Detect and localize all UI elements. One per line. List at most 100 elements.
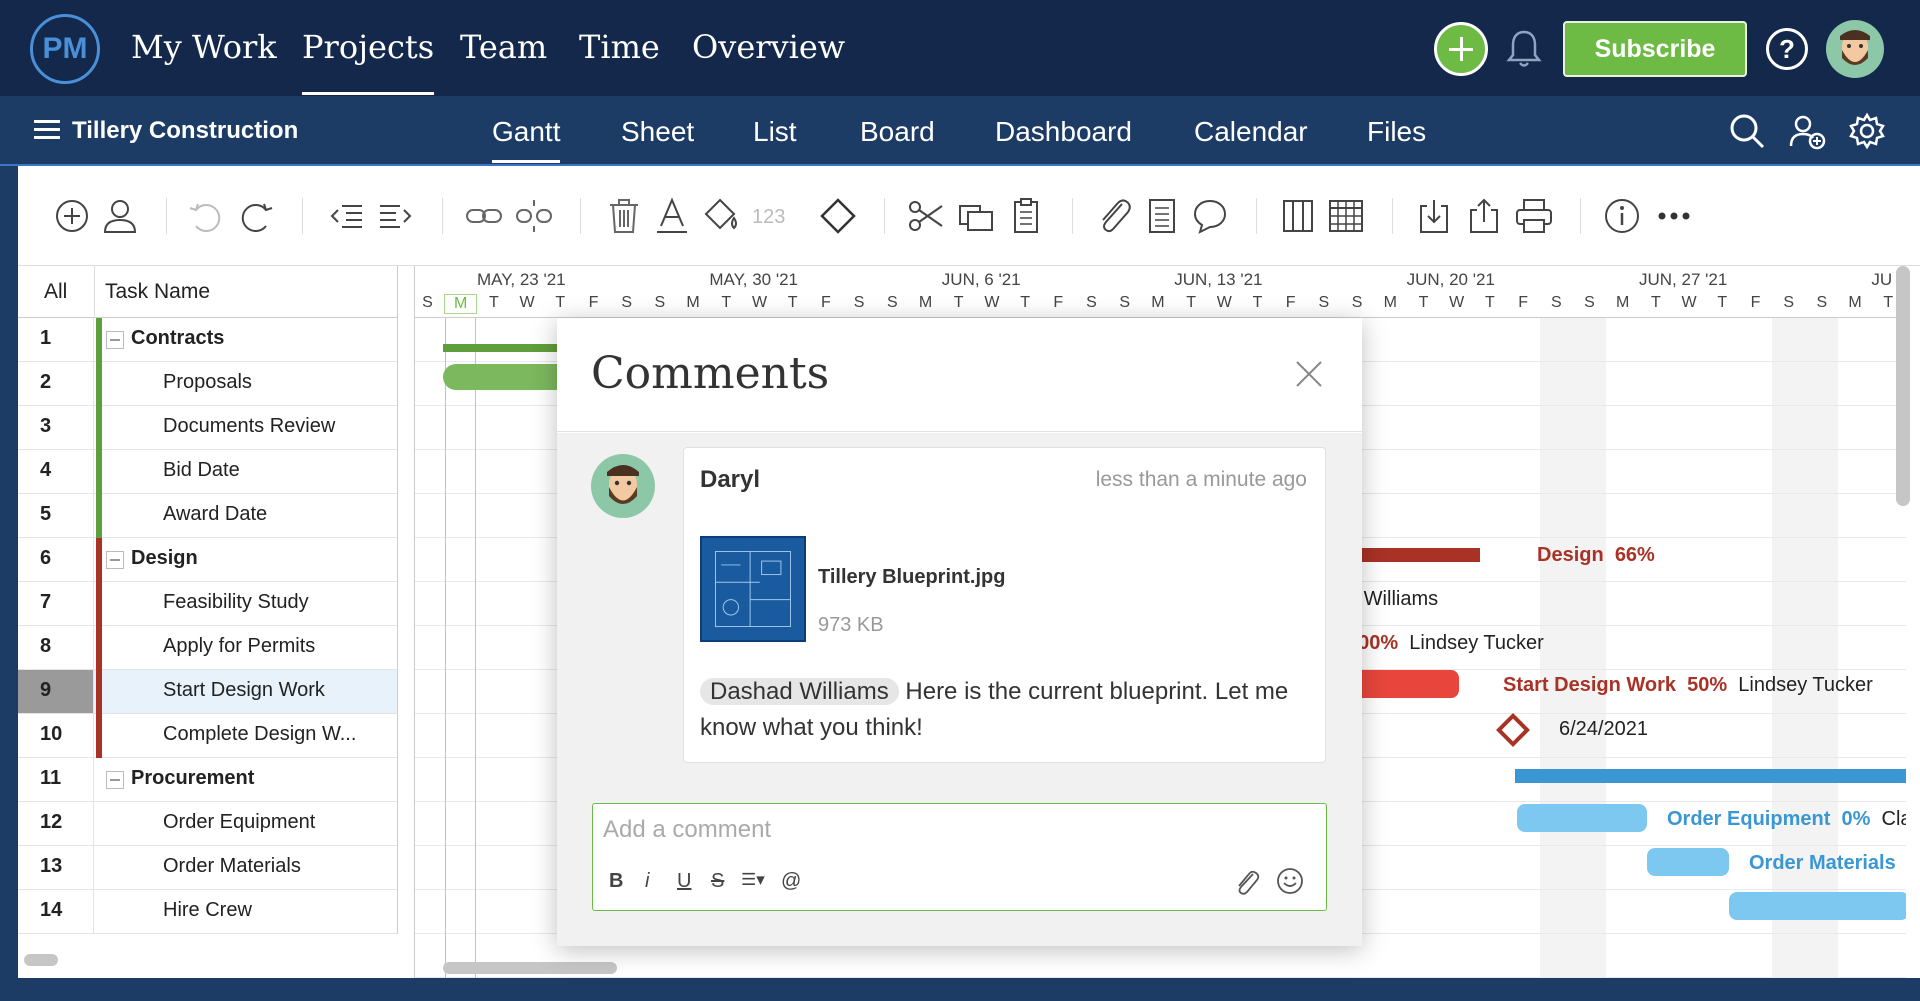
task-name[interactable]: Contracts — [131, 327, 224, 350]
vertical-scrollbar[interactable] — [1896, 266, 1910, 506]
task-row[interactable]: 14 Hire Crew — [18, 890, 398, 934]
task-name[interactable]: Feasibility Study — [163, 591, 309, 614]
project-name[interactable]: Tillery Construction — [72, 117, 298, 145]
menu-icon[interactable] — [34, 120, 60, 140]
add-new-button[interactable] — [1434, 22, 1488, 76]
task-row-number[interactable]: 4 — [18, 450, 94, 493]
tab-dashboard[interactable]: Dashboard — [995, 116, 1132, 148]
task-row-number[interactable]: 10 — [18, 714, 94, 757]
grid-horizontal-scrollbar[interactable] — [24, 954, 58, 966]
task-row-number[interactable]: 3 — [18, 406, 94, 449]
nav-overview[interactable]: Overview — [692, 28, 845, 66]
task-row[interactable]: 8 Apply for Permits — [18, 626, 398, 670]
undo-icon[interactable] — [186, 196, 226, 236]
collapse-toggle[interactable] — [106, 771, 124, 789]
task-name[interactable]: Documents Review — [163, 415, 335, 438]
task-name[interactable]: Proposals — [163, 371, 252, 394]
task-row[interactable]: 7 Feasibility Study — [18, 582, 398, 626]
task-name[interactable]: Design — [131, 547, 198, 570]
mention-button[interactable]: @ — [781, 870, 801, 893]
fill-color-icon[interactable] — [702, 196, 742, 236]
attachment-filename[interactable]: Tillery Blueprint.jpg — [818, 566, 1005, 589]
task-row-number[interactable]: 5 — [18, 494, 94, 537]
task-row-number[interactable]: 9 — [18, 670, 94, 713]
list-button[interactable]: ☰▾ — [741, 870, 765, 890]
gantt-horizontal-scrollbar[interactable] — [443, 962, 617, 974]
task-name[interactable]: Complete Design W... — [163, 723, 356, 746]
task-row[interactable]: 1 Contracts — [18, 318, 398, 362]
underline-button[interactable]: U — [677, 870, 691, 893]
comment-bubble-icon[interactable] — [1190, 196, 1230, 236]
task-name[interactable]: Apply for Permits — [163, 635, 315, 658]
columns-icon[interactable] — [1278, 196, 1318, 236]
task-name[interactable]: Bid Date — [163, 459, 240, 482]
gantt-bar-procurement[interactable] — [1515, 769, 1906, 783]
task-row-number[interactable]: 6 — [18, 538, 94, 581]
task-row-number[interactable]: 13 — [18, 846, 94, 889]
bold-button[interactable]: B — [609, 870, 623, 893]
task-name[interactable]: Order Materials — [163, 855, 301, 878]
add-user-icon[interactable] — [1788, 112, 1826, 150]
outdent-icon[interactable] — [326, 196, 366, 236]
task-row[interactable]: 5 Award Date — [18, 494, 398, 538]
collapse-toggle[interactable] — [106, 331, 124, 349]
nav-projects[interactable]: Projects — [302, 28, 435, 95]
task-name[interactable]: Start Design Work — [163, 679, 325, 702]
info-icon[interactable] — [1602, 196, 1642, 236]
tab-board[interactable]: Board — [860, 116, 935, 148]
notifications-bell-icon[interactable] — [1504, 26, 1544, 70]
paste-clipboard-icon[interactable] — [1006, 196, 1046, 236]
close-icon[interactable] — [1293, 358, 1325, 390]
more-options-icon[interactable] — [1654, 196, 1694, 236]
task-row[interactable]: 12 Order Equipment — [18, 802, 398, 846]
copy-icon[interactable] — [956, 196, 996, 236]
task-row[interactable]: 2 Proposals — [18, 362, 398, 406]
attach-paperclip-icon[interactable] — [1233, 868, 1261, 896]
italic-button[interactable]: i — [645, 870, 649, 893]
export-icon[interactable] — [1464, 196, 1504, 236]
task-row[interactable]: 3 Documents Review — [18, 406, 398, 450]
print-icon[interactable] — [1514, 196, 1554, 236]
nav-time[interactable]: Time — [579, 28, 660, 66]
font-color-icon[interactable] — [652, 196, 692, 236]
tab-sheet[interactable]: Sheet — [621, 116, 694, 148]
task-row-number[interactable]: 11 — [18, 758, 94, 801]
task-row-number[interactable]: 2 — [18, 362, 94, 405]
task-name-column-header[interactable]: Task Name — [105, 280, 210, 304]
task-row[interactable]: 10 Complete Design W... — [18, 714, 398, 758]
task-row[interactable]: 9 Start Design Work — [18, 670, 398, 714]
cut-scissors-icon[interactable] — [906, 196, 946, 236]
strikethrough-button[interactable]: S — [711, 870, 724, 893]
tab-gantt[interactable]: Gantt — [492, 116, 561, 163]
comment-input[interactable] — [603, 812, 1303, 848]
task-name[interactable]: Hire Crew — [163, 899, 252, 922]
task-row[interactable]: 11 Procurement — [18, 758, 398, 802]
indent-icon[interactable] — [376, 196, 416, 236]
import-icon[interactable] — [1414, 196, 1454, 236]
emoji-smiley-icon[interactable] — [1275, 866, 1305, 896]
user-mention[interactable]: Dashad Williams — [700, 678, 899, 705]
task-row[interactable]: 13 Order Materials — [18, 846, 398, 890]
number-format-icon[interactable]: 123 — [752, 206, 785, 229]
notes-icon[interactable] — [1142, 196, 1182, 236]
subscribe-button[interactable]: Subscribe — [1563, 21, 1747, 77]
redo-icon[interactable] — [236, 196, 276, 236]
blueprint-thumbnail[interactable] — [700, 536, 806, 642]
link-icon[interactable] — [464, 196, 504, 236]
task-row-number[interactable]: 7 — [18, 582, 94, 625]
add-task-icon[interactable] — [52, 196, 92, 236]
collapse-toggle[interactable] — [106, 551, 124, 569]
assign-user-icon[interactable] — [100, 196, 140, 236]
task-name[interactable]: Award Date — [163, 503, 267, 526]
gantt-bar-hire-crew[interactable] — [1729, 892, 1906, 920]
tab-files[interactable]: Files — [1367, 116, 1426, 148]
gantt-bar-order-equipment[interactable] — [1517, 804, 1647, 832]
tab-list[interactable]: List — [753, 116, 797, 148]
task-name[interactable]: Order Equipment — [163, 811, 315, 834]
nav-my-work[interactable]: My Work — [131, 28, 277, 66]
settings-gear-icon[interactable] — [1848, 112, 1886, 150]
tab-calendar[interactable]: Calendar — [1194, 116, 1308, 148]
select-all-column[interactable]: All — [44, 280, 67, 304]
delete-trash-icon[interactable] — [604, 196, 644, 236]
attachment-paperclip-icon[interactable] — [1094, 196, 1134, 236]
